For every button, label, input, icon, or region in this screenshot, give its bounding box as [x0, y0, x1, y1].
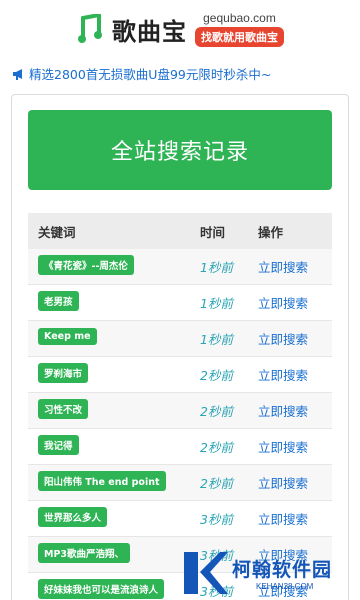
keyword-tag[interactable]: Keep me	[38, 328, 97, 345]
kehan-logo-icon	[180, 548, 230, 598]
watermark-url: KEHAN38.COM	[256, 581, 314, 591]
table-row: 阳山伟伟 The end point 2秒前 立即搜索	[28, 465, 332, 501]
time-ago: 1秒前	[200, 332, 233, 347]
site-domain: gequbao.com	[203, 11, 276, 25]
keyword-tag[interactable]: 《青花瓷》--周杰伦	[38, 254, 134, 275]
megaphone-icon	[12, 66, 26, 80]
search-history-panel: 全站搜索记录 关键词 时间 操作 《青花瓷》--周杰伦 1秒前 立即搜索 老男孩…	[11, 94, 349, 600]
time-ago: 3秒前	[200, 512, 233, 527]
table-row: 《青花瓷》--周杰伦 1秒前 立即搜索	[28, 249, 332, 285]
search-now-link[interactable]: 立即搜索	[258, 332, 308, 347]
search-now-link[interactable]: 立即搜索	[258, 296, 308, 311]
site-search-history-button[interactable]: 全站搜索记录	[28, 110, 332, 190]
time-ago: 2秒前	[200, 368, 233, 383]
header-keyword: 关键词	[38, 224, 76, 240]
table-row: 习性不改 2秒前 立即搜索	[28, 393, 332, 429]
time-ago: 2秒前	[200, 440, 233, 455]
keyword-tag[interactable]: MP3歌曲严浩翔、	[38, 542, 131, 563]
keyword-tag[interactable]: 习性不改	[38, 398, 89, 419]
search-now-link[interactable]: 立即搜索	[258, 368, 308, 383]
search-history-table: 关键词 时间 操作 《青花瓷》--周杰伦 1秒前 立即搜索 老男孩 1秒前 立即…	[28, 213, 332, 600]
search-now-link[interactable]: 立即搜索	[258, 260, 308, 275]
time-ago: 2秒前	[200, 404, 233, 419]
music-note-logo-icon[interactable]	[76, 14, 106, 44]
time-ago: 1秒前	[200, 296, 233, 311]
keyword-tag[interactable]: 老男孩	[38, 290, 79, 311]
keyword-tag[interactable]: 我记得	[38, 434, 79, 455]
promo-link[interactable]: 精选2800首无损歌曲U盘99元限时秒杀中~	[29, 64, 271, 83]
time-ago: 1秒前	[200, 260, 233, 275]
keyword-tag[interactable]: 好妹妹我也可以是流浪诗人	[38, 578, 165, 599]
brand-name[interactable]: 歌曲宝	[112, 12, 187, 47]
table-row: Keep me 1秒前 立即搜索	[28, 321, 332, 357]
table-row: 罗刹海市 2秒前 立即搜索	[28, 357, 332, 393]
keyword-tag[interactable]: 世界那么多人	[38, 506, 108, 527]
keyword-tag[interactable]: 罗刹海市	[38, 362, 89, 383]
search-now-link[interactable]: 立即搜索	[258, 404, 308, 419]
promo-banner[interactable]: 精选2800首无损歌曲U盘99元限时秒杀中~	[0, 62, 360, 84]
search-now-link[interactable]: 立即搜索	[258, 512, 308, 527]
header-action: 操作	[258, 224, 284, 240]
table-row: 世界那么多人 3秒前 立即搜索	[28, 501, 332, 537]
site-header: 歌曲宝 gequbao.com 找歌就用歌曲宝	[0, 0, 360, 52]
table-row: 老男孩 1秒前 立即搜索	[28, 285, 332, 321]
tagline-badge: 找歌就用歌曲宝	[195, 27, 284, 47]
watermark-name: 柯翰软件园	[232, 558, 333, 581]
site-watermark: 柯翰软件园 KEHAN38.COM	[180, 545, 360, 600]
search-now-link[interactable]: 立即搜索	[258, 476, 308, 491]
table-header: 关键词 时间 操作	[28, 213, 332, 249]
time-ago: 2秒前	[200, 476, 233, 491]
header-time: 时间	[200, 224, 226, 240]
search-now-link[interactable]: 立即搜索	[258, 440, 308, 455]
table-row: 我记得 2秒前 立即搜索	[28, 429, 332, 465]
keyword-tag[interactable]: 阳山伟伟 The end point	[38, 470, 166, 491]
